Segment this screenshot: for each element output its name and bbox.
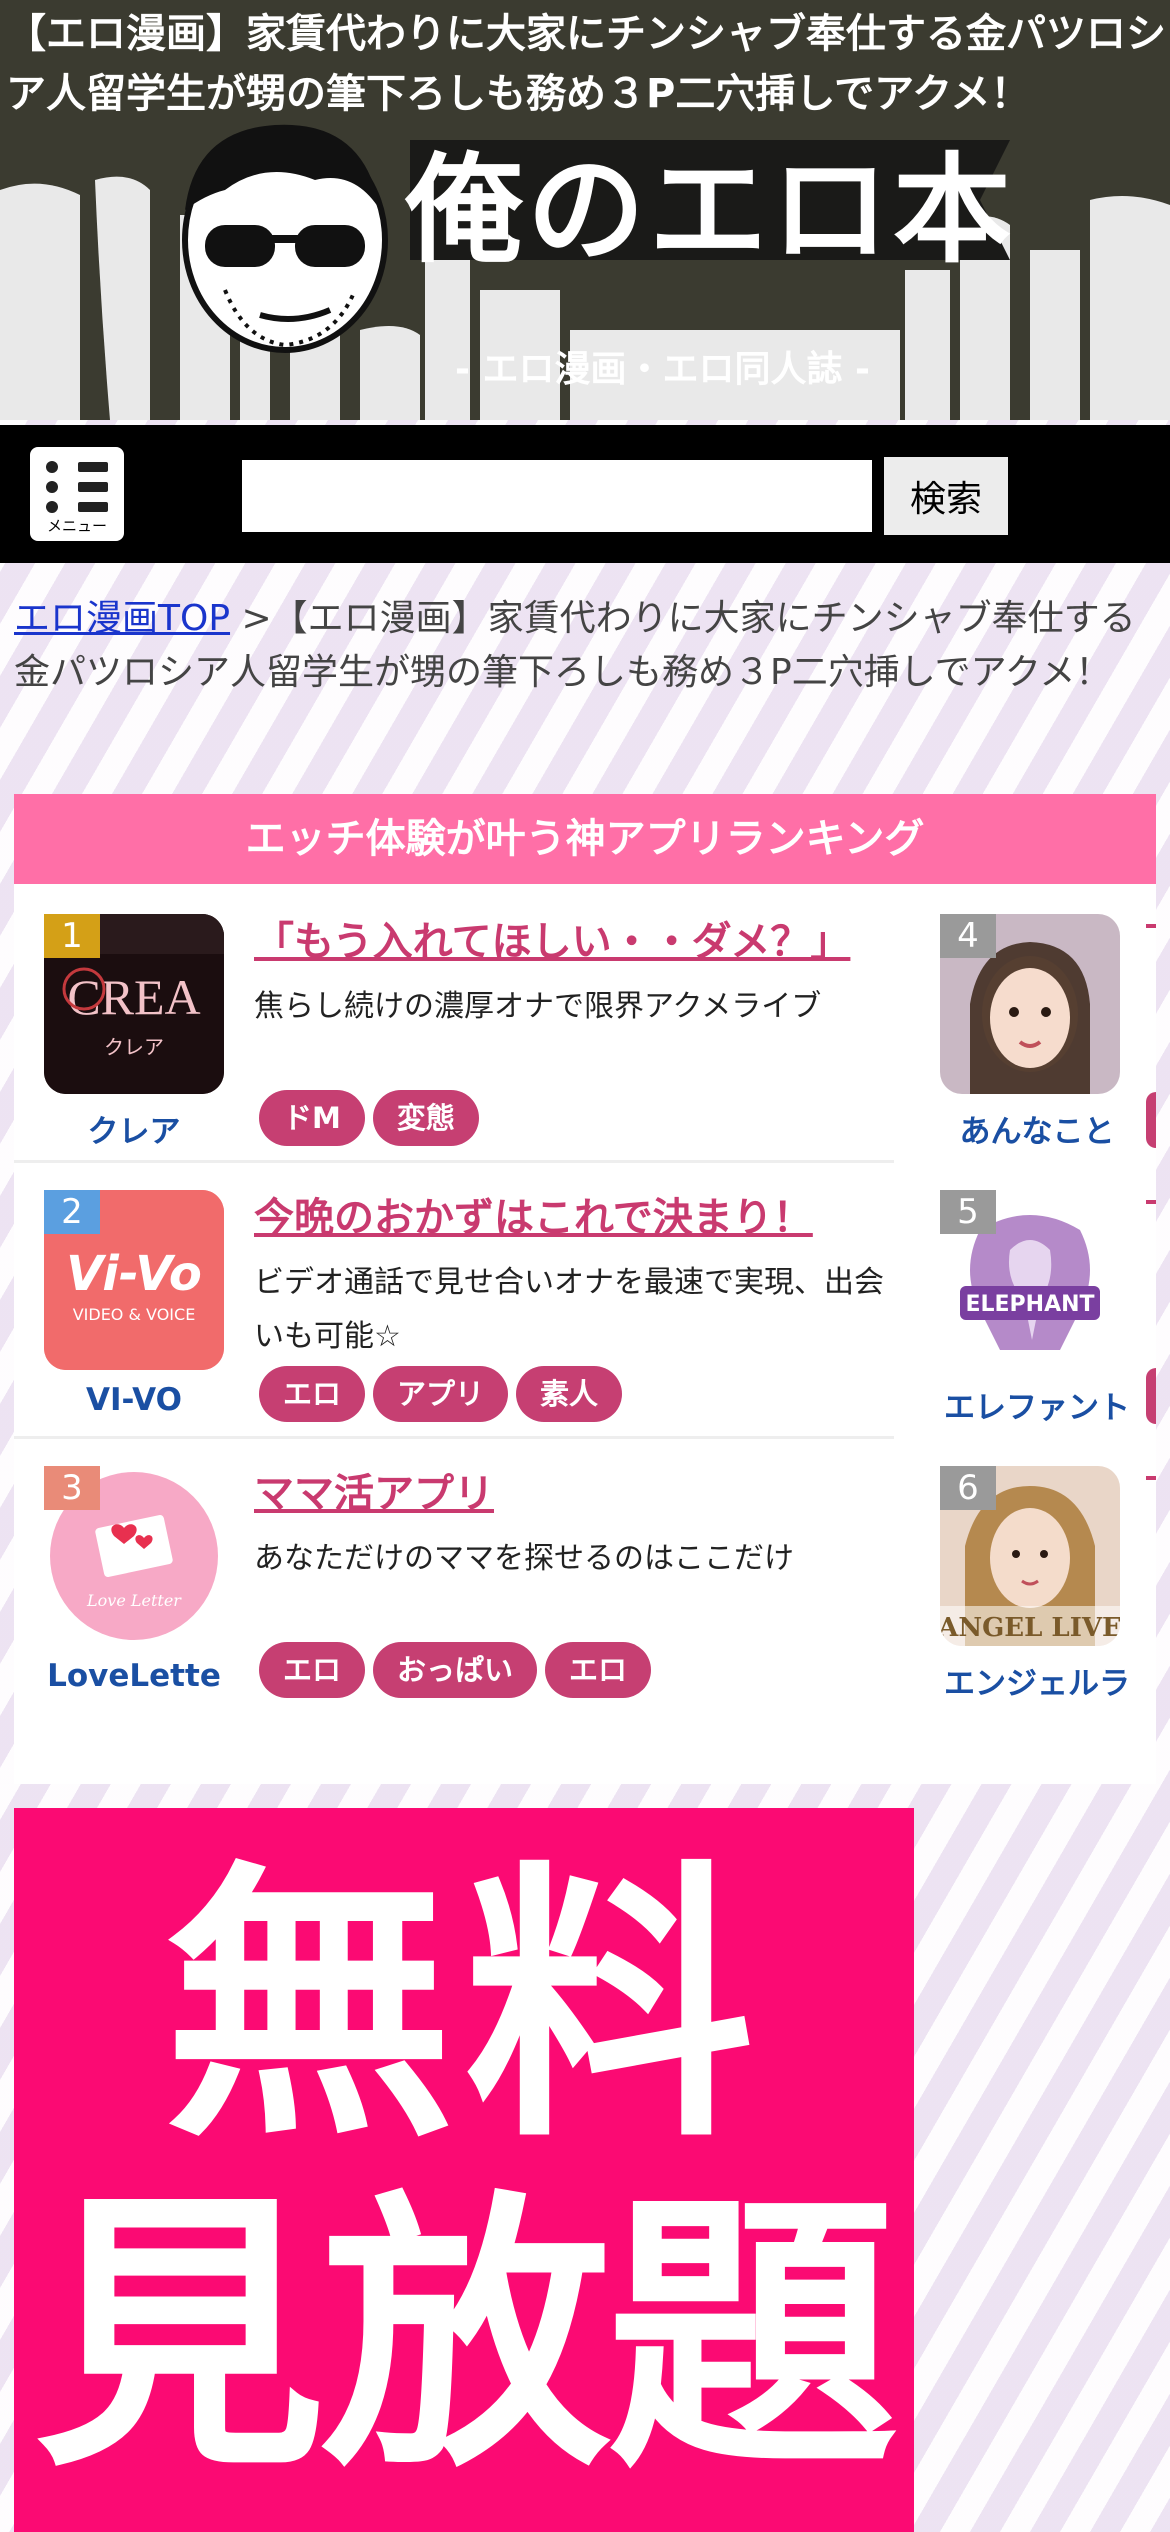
menu-icon-dot bbox=[46, 501, 58, 513]
tag-list: エロ アプリ 素人 bbox=[259, 1366, 630, 1422]
site-logo-subtitle: - エロ漫画・エロ同人誌 - bbox=[455, 349, 870, 390]
ranking-item[interactable]: 1 CREA クレア クレア 「もう入れてほしい・・ダメ？」 焦らし続けの濃厚オ… bbox=[14, 884, 894, 1163]
tag[interactable]: アプリ bbox=[373, 1366, 509, 1422]
crea-icon-subtext: クレア bbox=[104, 1035, 164, 1059]
ranking-item[interactable]: 2 Vi-Vo VIDEO & VOICE VI-VO 今晩のおかずはこれで決ま… bbox=[14, 1160, 894, 1439]
app-name[interactable]: エレファント bbox=[918, 1382, 1156, 1427]
app-name[interactable]: VI-VO bbox=[14, 1382, 254, 1418]
app-description: ビデオ通話で見せ合いオナを最速で実現、出会いも可能☆ bbox=[254, 1265, 884, 1354]
breadcrumb: エロ漫画TOP >【エロ漫画】家賃代わりに大家にチンシャブ奉仕する金パツロシア人… bbox=[14, 592, 1160, 700]
app-name[interactable]: エンジェルラ bbox=[918, 1658, 1156, 1703]
menu-icon bbox=[46, 461, 58, 473]
breadcrumb-home-link[interactable]: エロ漫画TOP bbox=[14, 598, 230, 639]
search-button[interactable]: 検索 bbox=[884, 457, 1008, 535]
toolbar: メニュー 検索 bbox=[0, 425, 1170, 563]
app-ranking-widget: エッチ体験が叶う神アプリランキング 1 CREA クレア クレア 「もう入れてほ… bbox=[14, 794, 1156, 1784]
ranking-item[interactable]: 3 Love Letter LoveLette ママ活アプリ あなただけのママを… bbox=[14, 1436, 894, 1712]
site-logo[interactable]: 俺のエロ本 bbox=[405, 140, 1015, 280]
tag[interactable]: おっぱい bbox=[373, 1642, 538, 1698]
love-letter-icon-text: Love Letter bbox=[86, 1591, 182, 1610]
partial-title-link[interactable] bbox=[1146, 924, 1156, 928]
vivo-icon-text: Vi-Vo bbox=[66, 1246, 202, 1302]
crea-icon-text: CREA bbox=[67, 969, 200, 1025]
tag-list: エロ おっぱい エロ bbox=[259, 1642, 659, 1698]
menu-button[interactable]: メニュー bbox=[30, 447, 124, 541]
tag[interactable]: エロ bbox=[259, 1642, 366, 1698]
partial-title-link[interactable] bbox=[1146, 1200, 1156, 1204]
menu-icon-bar bbox=[78, 462, 108, 472]
elephant-icon-text: ELEPHANT bbox=[965, 1292, 1094, 1317]
menu-icon-dot bbox=[46, 481, 58, 493]
menu-icon-bar bbox=[78, 502, 108, 512]
breadcrumb-separator: > bbox=[241, 598, 272, 639]
search-input[interactable] bbox=[242, 460, 872, 532]
tag[interactable]: エロ bbox=[259, 1366, 366, 1422]
app-title-link[interactable]: 「もう入れてほしい・・ダメ？」 bbox=[254, 914, 894, 970]
ranking-carousel[interactable]: 1 CREA クレア クレア 「もう入れてほしい・・ダメ？」 焦らし続けの濃厚オ… bbox=[14, 884, 1156, 1784]
vivo-icon-subtext: VIDEO & VOICE bbox=[73, 1305, 196, 1324]
site-header: 【エロ漫画】家賃代わりに大家にチンシャブ奉仕する金パツロシア人留学生が甥の筆下ろ… bbox=[0, 0, 1170, 420]
ranking-item[interactable]: 4 あんなこと bbox=[918, 884, 1156, 1160]
ranking-item[interactable]: 5 ELEPHANT エレファント bbox=[918, 1160, 1156, 1436]
partial-title-link[interactable] bbox=[1146, 1476, 1156, 1480]
rank-badge: 6 bbox=[940, 1466, 996, 1510]
app-title-link[interactable]: ママ活アプリ bbox=[254, 1466, 894, 1522]
tag[interactable]: 変態 bbox=[372, 1090, 479, 1146]
app-name[interactable]: LoveLette bbox=[14, 1658, 254, 1694]
app-title-link[interactable]: 今晩のおかずはこれで決まり！ bbox=[254, 1190, 894, 1246]
app-description: あなただけのママを探せるのはここだけ bbox=[254, 1541, 794, 1576]
rank-badge: 2 bbox=[44, 1190, 100, 1234]
tag[interactable]: ドM bbox=[259, 1090, 365, 1146]
menu-label: メニュー bbox=[46, 517, 107, 535]
tag[interactable]: エロ bbox=[545, 1642, 652, 1698]
menu-icon-bar bbox=[78, 482, 108, 492]
rank-badge: 5 bbox=[940, 1190, 996, 1234]
ranking-item[interactable]: 6 ANGEL LIVE エンジェルラ bbox=[918, 1436, 1156, 1712]
ranking-heading: エッチ体験が叶う神アプリランキング bbox=[14, 794, 1156, 884]
mascot-logo-icon bbox=[182, 124, 388, 353]
ad-headline-line1: 無料 bbox=[164, 1839, 764, 2176]
app-name[interactable]: クレア bbox=[14, 1106, 254, 1151]
app-description: 焦らし続けの濃厚オナで限界アクメライブ bbox=[254, 989, 822, 1024]
rank-badge: 3 bbox=[44, 1466, 100, 1510]
partial-tag[interactable] bbox=[1146, 1368, 1156, 1424]
rank-badge: 1 bbox=[44, 914, 100, 958]
page-title: 【エロ漫画】家賃代わりに大家にチンシャブ奉仕する金パツロシア人留学生が甥の筆下ろ… bbox=[6, 11, 1166, 117]
rank-badge: 4 bbox=[940, 914, 996, 958]
tag[interactable]: 素人 bbox=[516, 1366, 623, 1422]
ad-banner[interactable]: 無料 見放題 bbox=[14, 1808, 914, 2532]
ad-headline-line2: 見放題 bbox=[35, 2169, 897, 2506]
app-name[interactable]: あんなこと bbox=[918, 1106, 1156, 1151]
tag-list: ドM 変態 bbox=[259, 1090, 487, 1146]
partial-tag[interactable] bbox=[1146, 1092, 1156, 1148]
angel-live-icon-text: ANGEL LIVE bbox=[940, 1613, 1120, 1643]
